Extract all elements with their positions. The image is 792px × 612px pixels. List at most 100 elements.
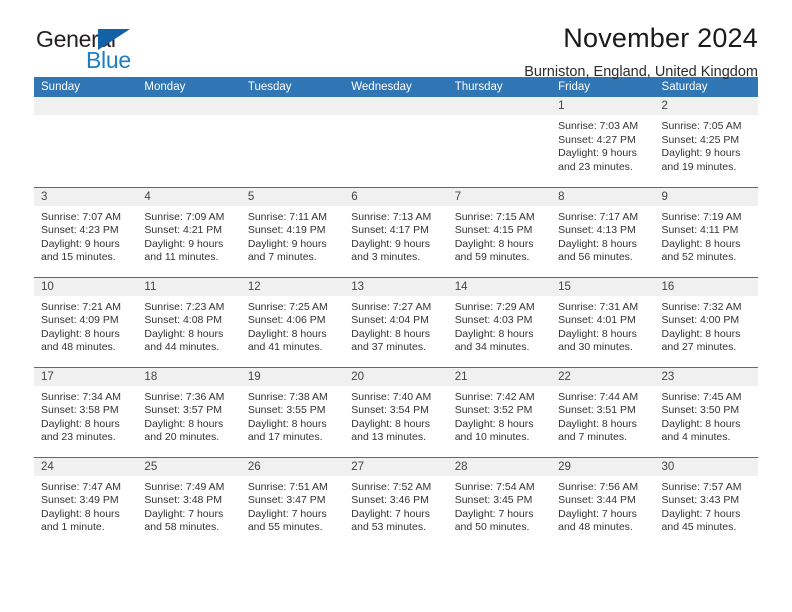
calendar-day-cell[interactable]: 3 Sunrise: 7:07 AM Sunset: 4:23 PM Daylight… — [34, 186, 138, 277]
weekday-header-tuesday: Tuesday — [240, 77, 345, 97]
calendar-day-cell[interactable]: 4 Sunrise: 7:09 AM Sunset: 4:21 PM Daylight… — [137, 186, 241, 277]
daylight-text: and 55 minutes. — [247, 521, 323, 534]
calendar-day-cell[interactable]: 26 Sunrise: 7:51 AM Sunset: 3:47 PM Dayligh… — [240, 456, 345, 547]
general-blue-logo[interactable]: General Blue — [34, 22, 186, 74]
day-number: 20 — [344, 367, 448, 386]
day-details: Sunrise: 7:09 AM Sunset: 4:21 PM Daylight:… — [137, 206, 240, 265]
sunrise-text: Sunrise: 7:07 AM — [41, 210, 121, 223]
page-title: November 2024 — [563, 23, 758, 53]
calendar-day-cell[interactable]: 8 Sunrise: 7:17 AM Sunset: 4:13 PM Daylight… — [551, 186, 655, 277]
calendar-day-cell[interactable]: 11 Sunrise: 7:23 AM Sunset: 4:08 PM Dayligh… — [137, 276, 241, 367]
daylight-text: and 17 minutes. — [247, 431, 323, 444]
day-details: Sunrise: 7:40 AM Sunset: 3:54 PM Daylight:… — [344, 386, 447, 445]
calendar-day-cell[interactable]: 17 Sunrise: 7:34 AM Sunset: 3:58 PM Dayligh… — [34, 366, 138, 457]
page-header: General Blue November 2024 Burniston, En… — [34, 0, 758, 80]
calendar-day-cell[interactable]: 28 Sunrise: 7:54 AM Sunset: 3:45 PM Dayligh… — [447, 456, 552, 547]
sunrise-text: Sunrise: 7:44 AM — [558, 390, 639, 403]
calendar-day-cell[interactable]: 2 Sunrise: 7:05 AM Sunset: 4:25 PM Daylight… — [654, 97, 758, 187]
day-number — [137, 97, 241, 115]
day-number: 29 — [551, 457, 655, 476]
sunset-text: Sunset: 4:08 PM — [144, 314, 223, 327]
day-details: Sunrise: 7:51 AM Sunset: 3:47 PM Daylight:… — [241, 476, 344, 535]
calendar-day-cell[interactable]: 12 Sunrise: 7:25 AM Sunset: 4:06 PM Dayligh… — [240, 276, 345, 367]
calendar-day-cell[interactable]: 29 Sunrise: 7:56 AM Sunset: 3:44 PM Dayligh… — [551, 456, 655, 547]
daylight-text: Daylight: 9 hours — [247, 237, 327, 250]
day-details: Sunrise: 7:57 AM Sunset: 3:43 PM Daylight:… — [655, 476, 758, 535]
sunset-text: Sunset: 4:01 PM — [558, 314, 636, 327]
daylight-text: Daylight: 9 hours — [661, 147, 741, 160]
day-number: 22 — [551, 367, 655, 386]
day-details: Sunrise: 7:52 AM Sunset: 3:46 PM Daylight:… — [344, 476, 447, 535]
calendar-day-cell[interactable]: 16 Sunrise: 7:32 AM Sunset: 4:00 PM Dayligh… — [654, 276, 758, 367]
sunset-text: Sunset: 4:13 PM — [558, 224, 636, 237]
daylight-text: Daylight: 7 hours — [661, 507, 741, 520]
calendar-day-cell[interactable]: 9 Sunrise: 7:19 AM Sunset: 4:11 PM Daylight… — [654, 186, 758, 277]
daylight-text: Daylight: 7 hours — [454, 507, 534, 520]
day-details: Sunrise: 7:31 AM Sunset: 4:01 PM Daylight:… — [551, 296, 654, 355]
day-number: 30 — [654, 457, 758, 476]
sunset-text: Sunset: 3:58 PM — [41, 404, 119, 417]
day-details: Sunrise: 7:49 AM Sunset: 3:48 PM Daylight:… — [137, 476, 240, 535]
daylight-text: and 56 minutes. — [558, 251, 633, 264]
daylight-text: Daylight: 8 hours — [454, 327, 534, 340]
sunrise-text: Sunrise: 7:52 AM — [351, 480, 432, 493]
day-number: 27 — [344, 457, 448, 476]
sunrise-text: Sunrise: 7:36 AM — [144, 390, 225, 403]
daylight-text: and 19 minutes. — [661, 160, 737, 173]
sunrise-text: Sunrise: 7:03 AM — [558, 120, 639, 132]
daylight-text: Daylight: 9 hours — [351, 237, 431, 250]
daylight-text: and 53 minutes. — [351, 521, 426, 534]
calendar-day-cell[interactable]: 15 Sunrise: 7:31 AM Sunset: 4:01 PM Dayligh… — [551, 276, 655, 367]
day-number: 1 — [551, 97, 655, 115]
calendar-day-cell[interactable]: 22 Sunrise: 7:44 AM Sunset: 3:51 PM Dayligh… — [551, 366, 655, 457]
sunrise-text: Sunrise: 7:15 AM — [454, 210, 535, 223]
calendar-day-cell[interactable]: 13 Sunrise: 7:27 AM Sunset: 4:04 PM Dayligh… — [344, 276, 448, 367]
daylight-text: and 58 minutes. — [144, 521, 220, 534]
day-number: 13 — [344, 277, 448, 296]
day-number: 16 — [654, 277, 758, 296]
calendar-day-cell[interactable]: 27 Sunrise: 7:52 AM Sunset: 3:46 PM Dayligh… — [344, 456, 448, 547]
calendar-day-cell[interactable]: 14 Sunrise: 7:29 AM Sunset: 4:03 PM Dayligh… — [447, 276, 552, 367]
sunrise-text: Sunrise: 7:32 AM — [661, 300, 742, 313]
calendar-page: General Blue November 2024 Burniston, En… — [0, 0, 792, 612]
daylight-text: and 34 minutes. — [454, 341, 530, 354]
day-number: 23 — [654, 367, 758, 386]
day-details: Sunrise: 7:29 AM Sunset: 4:03 PM Daylight:… — [448, 296, 551, 355]
daylight-text: and 13 minutes. — [351, 431, 426, 444]
sunrise-text: Sunrise: 7:54 AM — [454, 480, 535, 493]
sunset-text: Sunset: 4:15 PM — [454, 224, 533, 237]
day-number: 6 — [344, 187, 448, 206]
calendar-day-cell[interactable]: 7 Sunrise: 7:15 AM Sunset: 4:15 PM Daylight… — [447, 186, 552, 277]
calendar-day-cell[interactable]: 10 Sunrise: 7:21 AM Sunset: 4:09 PM Dayligh… — [34, 276, 138, 367]
daylight-text: Daylight: 8 hours — [41, 417, 120, 430]
calendar-day-cell[interactable]: 18 Sunrise: 7:36 AM Sunset: 3:57 PM Dayligh… — [137, 366, 241, 457]
sunset-text: Sunset: 3:45 PM — [454, 494, 533, 507]
calendar-day-cell[interactable]: 20 Sunrise: 7:40 AM Sunset: 3:54 PM Dayligh… — [344, 366, 448, 457]
daylight-text: and 20 minutes. — [144, 431, 220, 444]
calendar-day-cell[interactable]: 6 Sunrise: 7:13 AM Sunset: 4:17 PM Daylight… — [344, 186, 448, 277]
calendar-day-cell[interactable]: 1 Sunrise: 7:03 AM Sunset: 4:27 PM Daylight… — [551, 97, 655, 187]
calendar-day-cell[interactable]: 25 Sunrise: 7:49 AM Sunset: 3:48 PM Dayligh… — [137, 456, 241, 547]
calendar-day-cell[interactable]: 30 Sunrise: 7:57 AM Sunset: 3:43 PM Dayligh… — [654, 456, 758, 547]
calendar-day-cell[interactable]: 21 Sunrise: 7:42 AM Sunset: 3:52 PM Dayligh… — [447, 366, 552, 457]
daylight-text: Daylight: 8 hours — [247, 327, 327, 340]
day-number: 24 — [34, 457, 138, 476]
day-details: Sunrise: 7:45 AM Sunset: 3:50 PM Daylight:… — [655, 386, 758, 445]
sunset-text: Sunset: 3:50 PM — [661, 404, 740, 417]
day-details: Sunrise: 7:42 AM Sunset: 3:52 PM Daylight:… — [448, 386, 551, 445]
calendar-week-row: 10 Sunrise: 7:21 AM Sunset: 4:09 PM Dayligh… — [34, 276, 758, 367]
sunset-text: Sunset: 4:21 PM — [144, 224, 223, 237]
weekday-header-monday: Monday — [137, 77, 241, 97]
sunrise-text: Sunrise: 7:09 AM — [144, 210, 225, 223]
daylight-text: and 48 minutes. — [558, 521, 633, 534]
day-number — [344, 97, 448, 115]
sunrise-text: Sunrise: 7:13 AM — [351, 210, 432, 223]
calendar-day-cell[interactable]: 24 Sunrise: 7:47 AM Sunset: 3:49 PM Dayligh… — [34, 456, 138, 547]
calendar-day-cell[interactable]: 23 Sunrise: 7:45 AM Sunset: 3:50 PM Dayligh… — [654, 366, 758, 457]
daylight-text: Daylight: 8 hours — [661, 237, 741, 250]
daylight-text: and 52 minutes. — [661, 251, 737, 264]
sunset-text: Sunset: 3:43 PM — [661, 494, 740, 507]
calendar-day-cell[interactable]: 19 Sunrise: 7:38 AM Sunset: 3:55 PM Dayligh… — [240, 366, 345, 457]
daylight-text: Daylight: 8 hours — [454, 237, 534, 250]
calendar-day-cell[interactable]: 5 Sunrise: 7:11 AM Sunset: 4:19 PM Daylight… — [240, 186, 345, 277]
